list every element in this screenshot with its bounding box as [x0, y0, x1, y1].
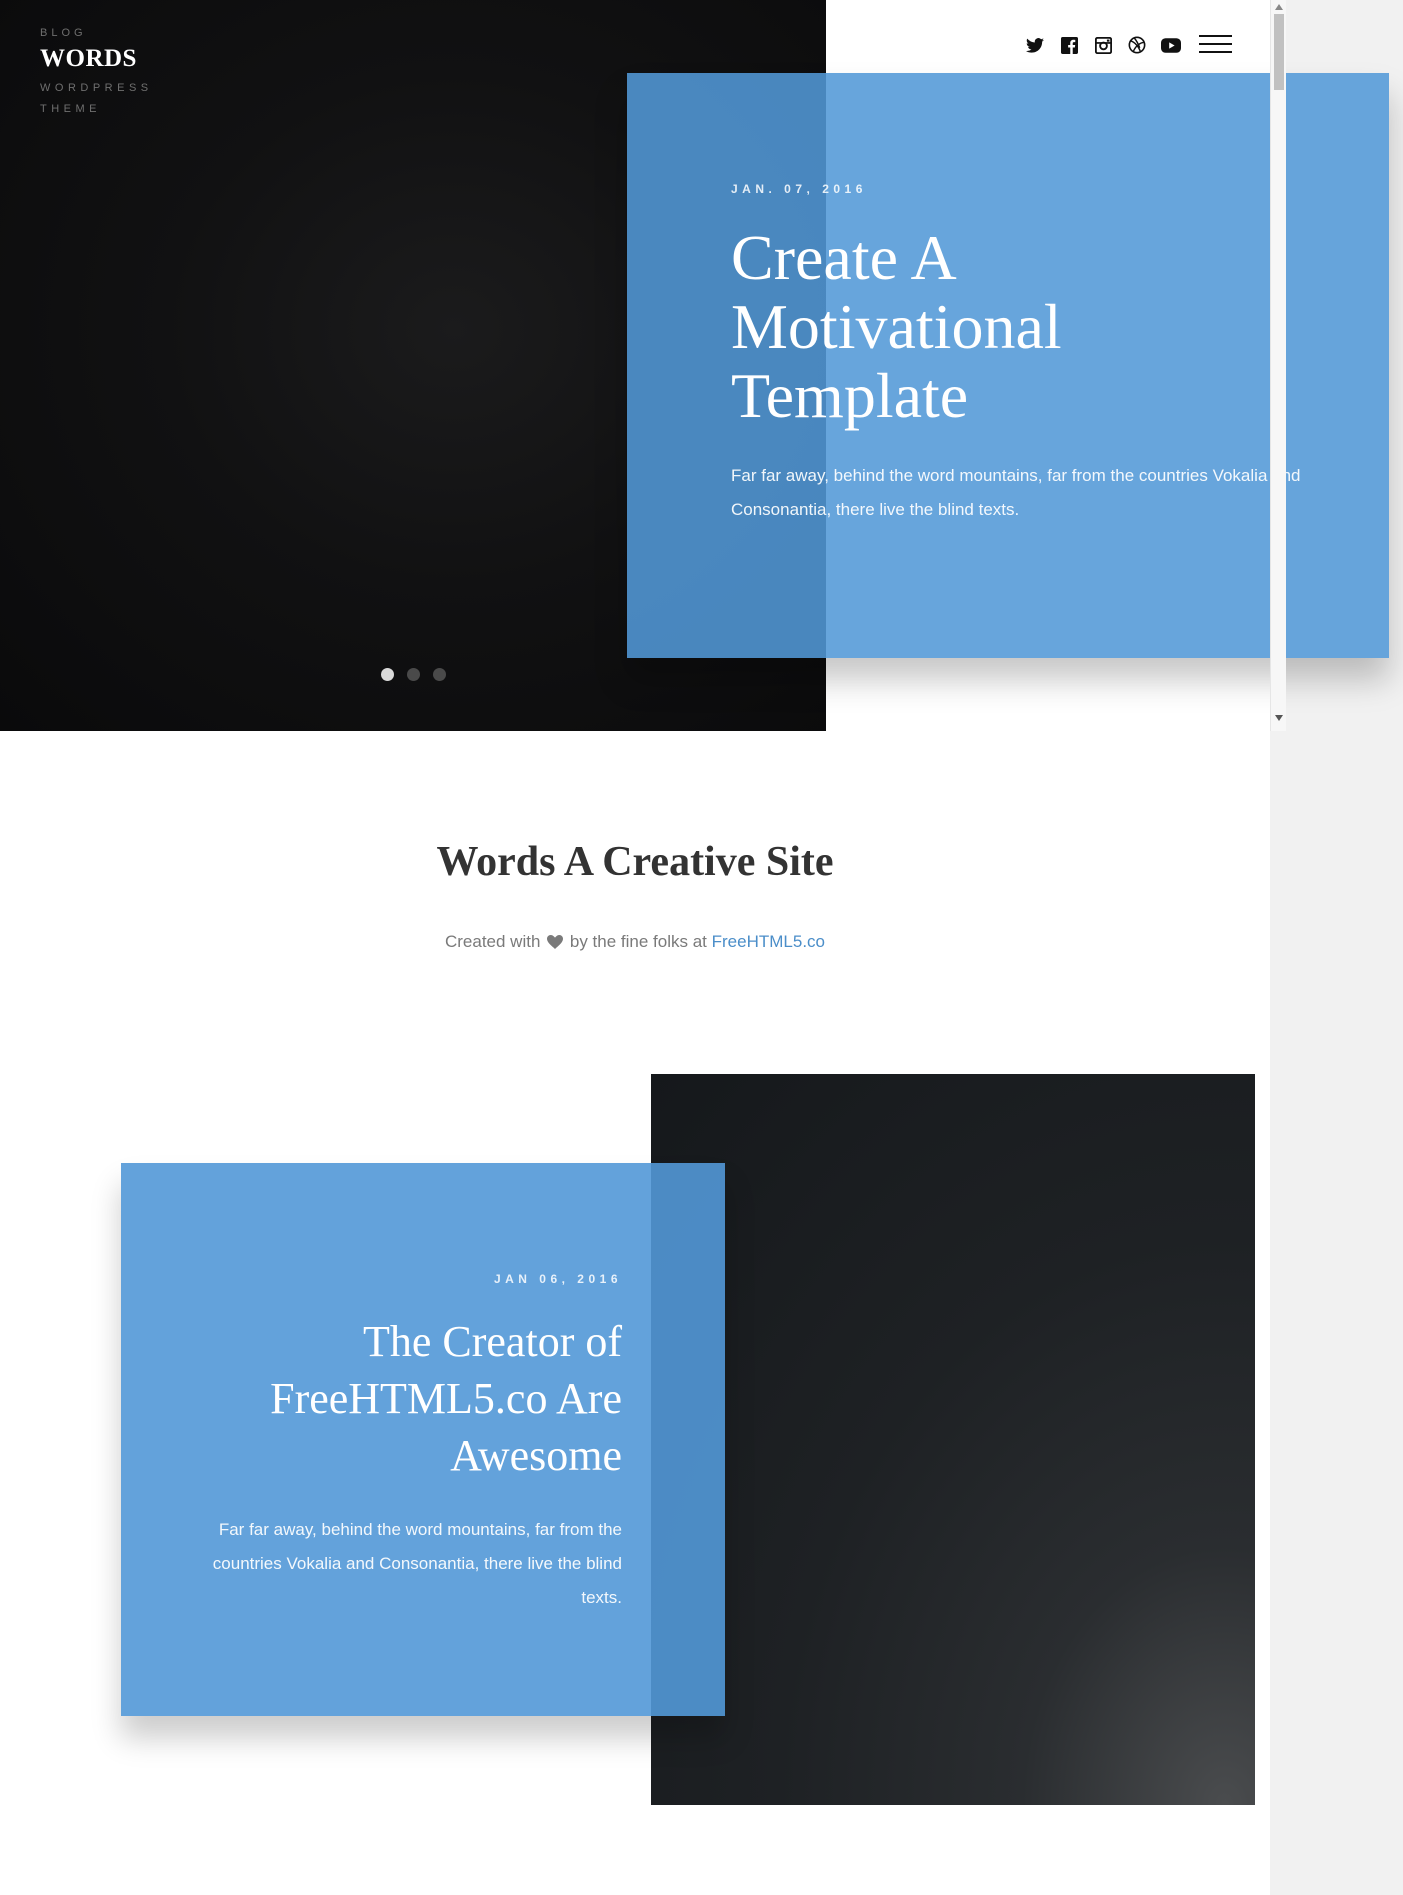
heart-icon [547, 934, 564, 954]
post-card[interactable]: JAN 06, 2016 The Creator of FreeHTML5.co… [121, 1163, 725, 1716]
post-image[interactable] [651, 1074, 1255, 1805]
intro-title: Words A Creative Site [436, 839, 834, 885]
scroll-thumb[interactable] [1274, 14, 1284, 90]
credit-text-before: Created with [444, 932, 541, 951]
hamburger-line [1199, 35, 1232, 37]
social-nav [1018, 32, 1188, 58]
twitter-icon[interactable] [1018, 32, 1052, 58]
logo-tagline-line2: THEME [40, 103, 101, 115]
post-excerpt: Far far away, behind the word mountains,… [212, 1520, 622, 1607]
slider-dot-1[interactable] [381, 668, 394, 681]
post-date: JAN 06, 2016 [493, 1272, 622, 1286]
facebook-icon[interactable] [1052, 32, 1086, 58]
slider-dot-3[interactable] [433, 668, 446, 681]
youtube-icon[interactable] [1154, 32, 1188, 58]
hero-post-excerpt: Far far away, behind the word mountains,… [731, 466, 1301, 519]
instagram-icon[interactable] [1086, 32, 1120, 58]
hamburger-line [1199, 43, 1232, 45]
logo-kicker: BLOG [40, 27, 87, 39]
freehtml5-link[interactable]: FreeHTML5.co [712, 932, 825, 951]
dribbble-icon[interactable] [1120, 32, 1154, 58]
scroll-down-arrow-icon[interactable] [1275, 715, 1283, 721]
logo-tagline-line1: WORDPRESS [40, 82, 153, 94]
hero-post-title[interactable]: Create A Motivational Template [731, 223, 1291, 430]
intro-credit: Created with by the fine folks at FreeHT… [0, 932, 1270, 954]
hamburger-line [1199, 51, 1232, 53]
scroll-up-arrow-icon[interactable] [1275, 4, 1283, 10]
hamburger-icon[interactable] [1199, 35, 1232, 55]
post-title[interactable]: The Creator of FreeHTML5.co Are Awesome [202, 1313, 622, 1484]
hero-post-date: JAN. 07, 2016 [731, 182, 867, 196]
site-logo[interactable]: BLOG WORDS WORDPRESS THEME [40, 26, 153, 120]
slider-dot-2[interactable] [407, 668, 420, 681]
logo-name: WORDS [40, 45, 137, 72]
scrollbar[interactable] [1270, 0, 1286, 731]
credit-text-middle: by the fine folks at [569, 932, 707, 951]
slider-pagination [381, 668, 446, 681]
